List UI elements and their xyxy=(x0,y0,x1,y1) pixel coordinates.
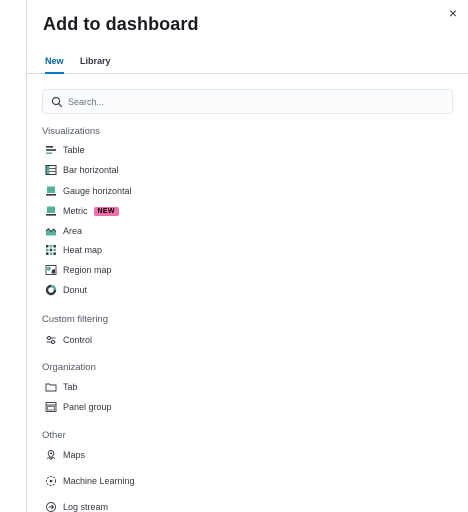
gauge-horizontal-icon xyxy=(46,186,56,196)
item-metric[interactable]: Metric NEW xyxy=(45,203,119,219)
area-icon xyxy=(45,227,57,236)
item-panel-group[interactable]: Panel group xyxy=(45,399,112,415)
search-box xyxy=(42,89,453,114)
tab-bar: New Library xyxy=(27,52,468,74)
item-label: Region map xyxy=(63,265,112,275)
metric-icon xyxy=(46,206,56,216)
item-label: Metric xyxy=(63,206,88,216)
search-input[interactable] xyxy=(68,95,438,109)
item-area[interactable]: Area xyxy=(45,223,82,239)
item-label: Heat map xyxy=(63,245,103,255)
new-badge: NEW xyxy=(93,206,119,216)
item-region-map[interactable]: Region map xyxy=(45,262,112,278)
item-label: Bar horizontal xyxy=(63,165,119,175)
item-label: Table xyxy=(63,145,85,155)
tab-library[interactable]: Library xyxy=(80,56,111,72)
donut-icon xyxy=(45,284,57,296)
add-to-dashboard-flyout: × Add to dashboard New Library Visualiza… xyxy=(27,0,468,512)
heat-map-icon xyxy=(46,245,56,255)
section-title-other: Other xyxy=(42,430,66,441)
item-machine-learning[interactable]: Machine Learning xyxy=(45,473,135,489)
panel-group-icon xyxy=(45,402,57,412)
controls-icon xyxy=(46,336,56,344)
search-icon xyxy=(51,96,63,108)
item-label: Log stream xyxy=(63,502,109,512)
item-label: Gauge horizontal xyxy=(63,186,132,196)
item-control[interactable]: Control xyxy=(45,332,92,348)
item-label: Machine Learning xyxy=(63,476,135,486)
item-table[interactable]: Table xyxy=(45,142,85,158)
item-label: Area xyxy=(63,226,83,236)
item-gauge-horizontal[interactable]: Gauge horizontal xyxy=(45,183,132,199)
region-map-icon xyxy=(45,265,57,275)
bar-horizontal-icon xyxy=(45,165,57,175)
item-tab[interactable]: Tab xyxy=(45,379,78,395)
section-title-custom-filtering: Custom filtering xyxy=(42,314,108,325)
item-label: Control xyxy=(63,335,93,345)
item-maps[interactable]: Maps xyxy=(45,447,85,463)
log-stream-icon xyxy=(46,502,56,512)
item-label: Tab xyxy=(63,382,78,392)
tab-new[interactable]: New xyxy=(45,56,64,74)
close-button[interactable]: × xyxy=(446,6,460,20)
item-label: Maps xyxy=(63,450,86,460)
item-label: Donut xyxy=(63,285,88,295)
folder-icon xyxy=(45,383,57,392)
table-icon xyxy=(46,146,56,154)
flyout-title: Add to dashboard xyxy=(43,14,199,34)
background-page xyxy=(0,0,27,512)
item-log-stream[interactable]: Log stream xyxy=(45,499,108,512)
section-title-visualizations: Visualizations xyxy=(42,126,100,137)
maps-icon xyxy=(46,450,56,461)
item-bar-horizontal[interactable]: Bar horizontal xyxy=(45,162,119,178)
item-label: Panel group xyxy=(63,402,112,412)
section-title-organization: Organization xyxy=(42,362,96,373)
item-donut[interactable]: Donut xyxy=(45,282,87,298)
machine-learning-icon xyxy=(46,476,56,486)
item-heat-map[interactable]: Heat map xyxy=(45,242,102,258)
